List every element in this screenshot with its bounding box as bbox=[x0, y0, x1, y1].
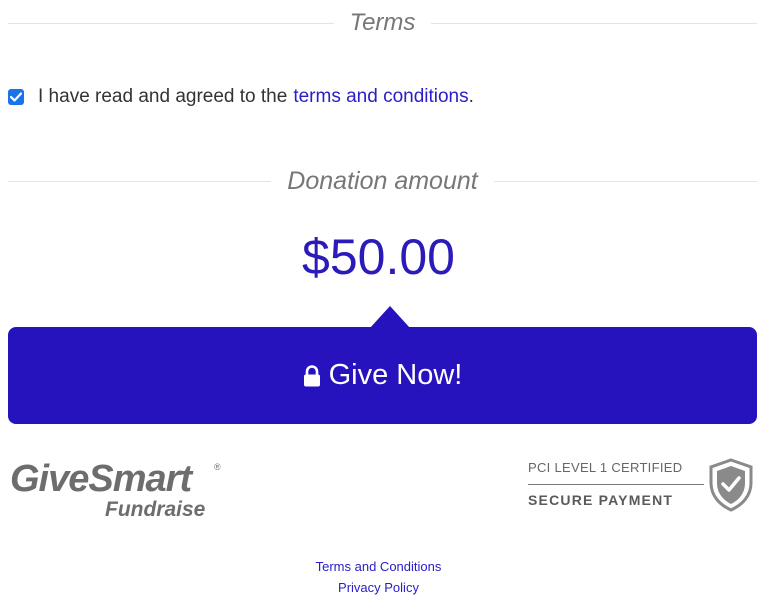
divider-line-left bbox=[8, 22, 334, 24]
give-now-container: Give Now! bbox=[8, 306, 757, 424]
give-now-button[interactable]: Give Now! bbox=[8, 327, 757, 424]
donation-form: Terms I have read and agreed to the term… bbox=[0, 0, 757, 596]
footer-links: Terms and Conditions Privacy Policy bbox=[0, 556, 757, 596]
secure-payment-text: SECURE PAYMENT bbox=[528, 492, 674, 508]
footer-privacy-link[interactable]: Privacy Policy bbox=[0, 577, 757, 596]
shield-check-icon bbox=[708, 458, 754, 517]
give-button-notch bbox=[370, 306, 410, 328]
pci-certified-text: PCI LEVEL 1 CERTIFIED bbox=[528, 460, 683, 475]
divider-line-right bbox=[493, 180, 757, 182]
pci-divider bbox=[528, 484, 704, 485]
give-now-label: Give Now! bbox=[328, 359, 463, 391]
terms-agree-text: I have read and agreed to the bbox=[38, 86, 288, 107]
divider-line-left bbox=[8, 180, 272, 182]
donation-amount: $50.00 bbox=[302, 229, 455, 285]
terms-and-conditions-link[interactable]: terms and conditions bbox=[293, 86, 468, 108]
donation-divider: Donation amount bbox=[8, 164, 757, 198]
terms-agreement-row: I have read and agreed to the terms and … bbox=[8, 84, 474, 110]
checkmark-icon bbox=[10, 92, 22, 102]
donation-legend: Donation amount bbox=[287, 166, 478, 195]
divider-line-right bbox=[431, 22, 757, 24]
terms-legend: Terms bbox=[349, 9, 416, 36]
lock-icon bbox=[303, 364, 321, 387]
logo-sub-text: Fundraise bbox=[105, 498, 206, 521]
pci-badge: PCI LEVEL 1 CERTIFIED SECURE PAYMENT bbox=[528, 458, 757, 518]
logo-main-text: GiveSmart bbox=[10, 458, 192, 500]
logo-registered-mark: ® bbox=[214, 462, 221, 472]
terms-divider: Terms bbox=[8, 6, 757, 40]
footer-terms-link[interactable]: Terms and Conditions bbox=[0, 556, 757, 577]
givesmart-logo: GiveSmart ® Fundraise bbox=[10, 458, 230, 528]
terms-checkbox[interactable] bbox=[8, 89, 24, 105]
terms-period: . bbox=[468, 86, 474, 107]
